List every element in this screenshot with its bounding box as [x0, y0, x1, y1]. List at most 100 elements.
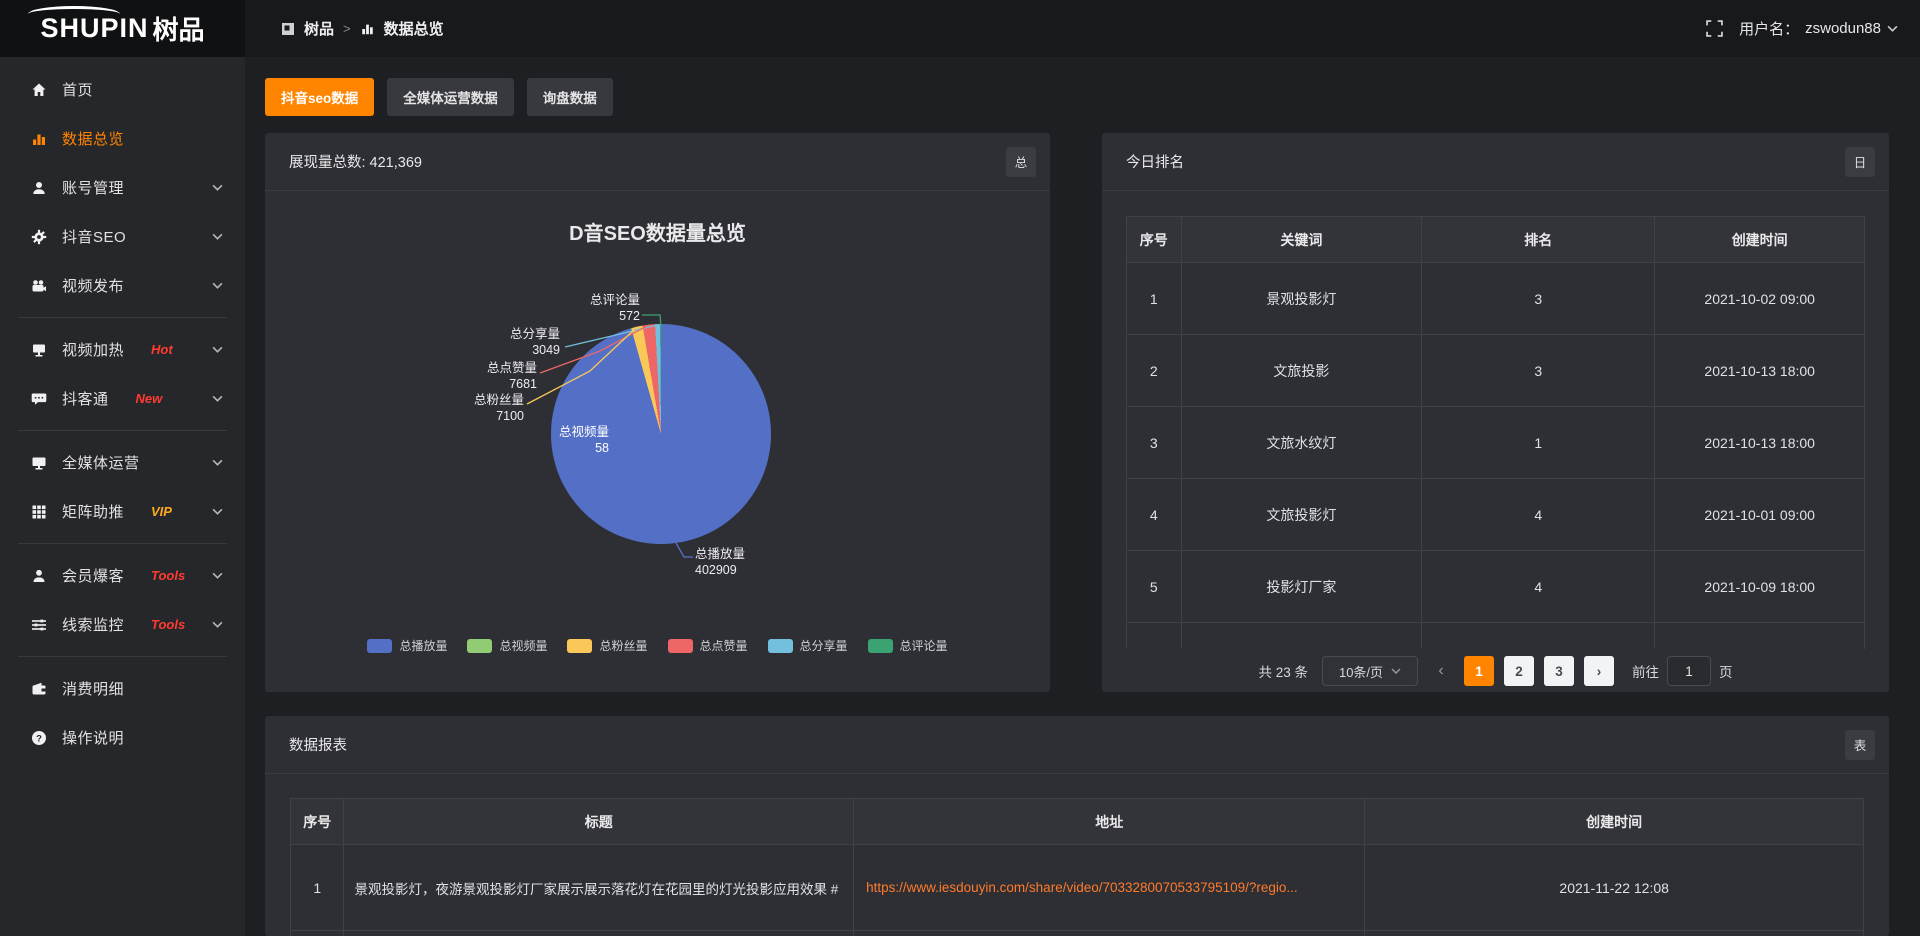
page-button-2[interactable]: 2: [1504, 656, 1534, 686]
sidebar-item-help[interactable]: ? 操作说明: [0, 713, 245, 762]
sidebar-divider: [18, 543, 227, 544]
logo: SHUPIN 树品: [0, 0, 245, 57]
tab-inquiry-data[interactable]: 询盘数据: [527, 78, 613, 116]
table-cell: 投影灯厂家: [1181, 551, 1422, 623]
video-link[interactable]: https://www.iesdouyin.com/share/video/70…: [866, 880, 1298, 895]
bar-chart-icon: [30, 131, 47, 147]
legend-swatch: [567, 639, 592, 653]
chart-legend: 总播放量 总视频量 总粉丝量 总点赞量 总分享量 总评论量: [265, 637, 1050, 654]
total-toggle-button[interactable]: 总: [1006, 147, 1036, 177]
new-badge: New: [136, 391, 163, 406]
sidebar-item-label: 抖客通: [62, 388, 109, 409]
sidebar-item-account[interactable]: 账号管理: [0, 163, 245, 212]
goto-page: 前往 页: [1632, 656, 1733, 686]
sidebar-item-video-heat[interactable]: 视频加热 Hot: [0, 325, 245, 374]
page-size-select[interactable]: 10条/页: [1322, 656, 1418, 686]
data-tabs: 抖音seo数据 全媒体运营数据 询盘数据: [265, 78, 613, 116]
pie-leader-lines: [265, 191, 1050, 692]
pie-label-videos: 总视频量58: [529, 424, 609, 456]
day-toggle-button[interactable]: 日: [1845, 147, 1875, 177]
table-cell: 4: [1422, 551, 1655, 623]
table-cell: 2021-11-22 12:08: [1365, 845, 1864, 931]
chevron-down-icon: [1887, 25, 1898, 32]
table-cell: 2021-10-01 09:00: [1655, 479, 1865, 551]
topbar: SHUPIN 树品 树品 > 数据总览 用户名：zswodun88: [0, 0, 1920, 57]
ranking-row: 5投影灯厂家42021-10-09 18:00: [1127, 551, 1865, 623]
sidebar-item-label: 矩阵助推: [62, 501, 124, 522]
user-area: 用户名：zswodun88: [1703, 18, 1920, 40]
legend-item-fans[interactable]: 总粉丝量: [567, 637, 647, 654]
pie-label-fans: 总粉丝量7100: [444, 392, 524, 424]
page-button-3[interactable]: 3: [1544, 656, 1574, 686]
pagination: 共 23 条 10条/页 ‹ 1 2 3 › 前往 页: [1102, 655, 1889, 687]
sidebar-item-media-operation[interactable]: 全媒体运营: [0, 438, 245, 487]
screen-icon: [30, 342, 47, 358]
fullscreen-icon[interactable]: [1703, 18, 1725, 40]
legend-item-plays[interactable]: 总播放量: [367, 637, 447, 654]
sidebar-item-label: 消费明细: [62, 678, 124, 699]
table-cell: 文旅投影: [1181, 335, 1422, 407]
next-page-button[interactable]: ›: [1584, 656, 1614, 686]
sidebar-item-member-explosion[interactable]: 会员爆客 Tools: [0, 551, 245, 600]
wallet-icon: [30, 681, 47, 697]
ranking-panel-header: 今日排名 日: [1102, 133, 1889, 191]
sidebar-item-label: 账号管理: [62, 177, 124, 198]
legend-item-comments[interactable]: 总评论量: [868, 637, 948, 654]
legend-item-videos[interactable]: 总视频量: [467, 637, 547, 654]
logo-text-cn: 树品: [153, 10, 205, 47]
column-header-index: 序号: [1127, 217, 1182, 263]
tab-douyin-seo-data[interactable]: 抖音seo数据: [265, 78, 374, 116]
legend-item-likes[interactable]: 总点赞量: [668, 637, 748, 654]
table-cell: 1: [1422, 407, 1655, 479]
person-icon: [30, 568, 47, 584]
pie-label-likes: 总点赞量7681: [457, 360, 537, 392]
table-cell: 景观投影灯: [1181, 263, 1422, 335]
sidebar-item-douketong[interactable]: 抖客通 New: [0, 374, 245, 423]
pagination-total: 共 23 条: [1258, 661, 1308, 681]
sidebar-divider: [18, 430, 227, 431]
column-header-title: 标题: [344, 799, 854, 845]
breadcrumb-separator: >: [343, 21, 351, 36]
sidebar-item-home[interactable]: 首页: [0, 65, 245, 114]
tab-media-operation-data[interactable]: 全媒体运营数据: [387, 78, 514, 116]
sidebar-item-matrix-boost[interactable]: 矩阵助推 VIP: [0, 487, 245, 536]
sidebar-item-douyin-seo[interactable]: 抖音SEO: [0, 212, 245, 261]
breadcrumb: 树品 > 数据总览: [281, 18, 444, 39]
table-cell: 2021-10-13 18:00: [1655, 407, 1865, 479]
ranking-row: 4文旅投影灯42021-10-01 09:00: [1127, 479, 1865, 551]
chevron-down-icon: [212, 282, 223, 289]
sidebar-item-video-publish[interactable]: 视频发布: [0, 261, 245, 310]
sidebar-divider: [18, 317, 227, 318]
chevron-down-icon: [212, 459, 223, 466]
table-cell: 4: [1422, 479, 1655, 551]
monitor-icon: [30, 455, 47, 471]
bar-chart-icon: [360, 22, 375, 36]
table-cell: 文旅水纹灯: [1181, 407, 1422, 479]
sidebar-item-data-overview[interactable]: 数据总览: [0, 114, 245, 163]
user-dropdown[interactable]: 用户名：zswodun88: [1739, 18, 1898, 39]
chevron-down-icon: [212, 572, 223, 579]
legend-swatch: [768, 639, 793, 653]
page-button-1[interactable]: 1: [1464, 656, 1494, 686]
report-panel: 数据报表 表 序号 标题 地址 创建时间: [265, 716, 1889, 936]
goto-page-input[interactable]: [1667, 656, 1711, 686]
table-toggle-button[interactable]: 表: [1845, 730, 1875, 760]
sidebar-item-label: 会员爆客: [62, 565, 124, 586]
table-cell: 2021-10-13 18:00: [1655, 335, 1865, 407]
sidebar-item-lead-monitor[interactable]: 线索监控 Tools: [0, 600, 245, 649]
prev-page-button[interactable]: ‹: [1428, 656, 1454, 686]
sidebar-item-consumption-detail[interactable]: 消费明细: [0, 664, 245, 713]
chevron-down-icon: [212, 621, 223, 628]
report-row: 1 景观投影灯，夜游景观投影灯厂家展示展示落花灯在花园里的灯光投影应用效果 # …: [291, 845, 1864, 931]
ranking-row: 3文旅水纹灯12021-10-13 18:00: [1127, 407, 1865, 479]
ranking-table: 序号 关键词 排名 创建时间 1景观投影灯32021-10-02 09:00 2…: [1126, 216, 1865, 649]
sidebar-item-label: 全媒体运营: [62, 452, 140, 473]
pie-label-shares: 总分享量3049: [480, 326, 560, 358]
question-circle-icon: ?: [30, 730, 47, 746]
legend-item-shares[interactable]: 总分享量: [768, 637, 848, 654]
table-cell: 1: [291, 845, 344, 931]
report-table: 序号 标题 地址 创建时间 1 景观投影灯，夜游景观投影灯厂家展示展示落花灯在花…: [290, 798, 1864, 936]
table-cell: 文旅投影灯: [1181, 479, 1422, 551]
chevron-down-icon: [212, 233, 223, 240]
breadcrumb-root[interactable]: 树品: [304, 18, 334, 39]
